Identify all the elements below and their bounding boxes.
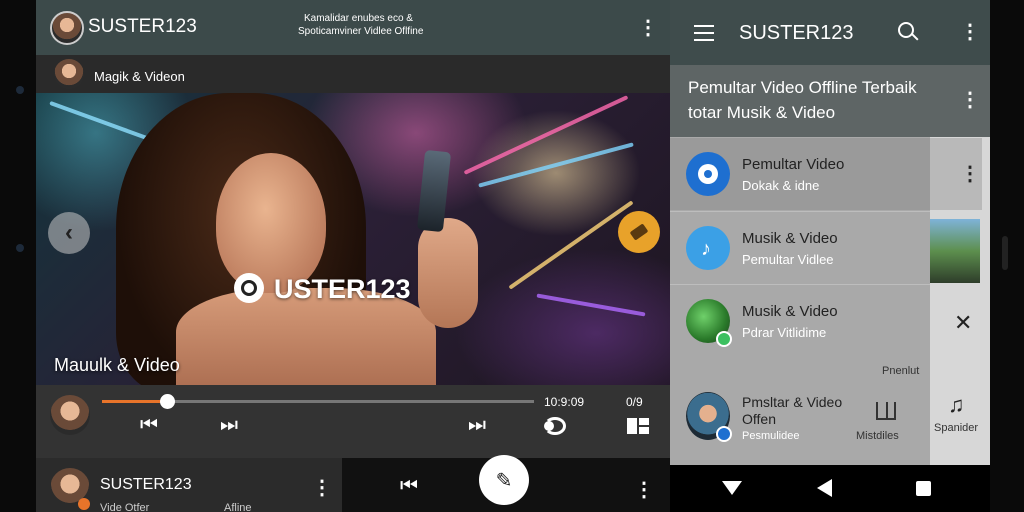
mini-overflow-icon[interactable]: ⋮ — [312, 478, 332, 498]
person-arm — [418, 218, 478, 328]
drawer-small-label: Pnenlut — [882, 365, 920, 377]
drawer-item-2-title: Musik & Video — [742, 230, 838, 247]
drawer-item-1[interactable]: Pemultar Video Dokak & idne — [670, 138, 930, 210]
drawer-item-4-badge-icon — [716, 426, 732, 442]
seek-progress — [102, 400, 167, 403]
channel-small-avatar[interactable] — [54, 59, 84, 89]
app-title: SUSTER123 — [88, 16, 197, 37]
drawer-item-1-title: Pemultar Video — [742, 156, 845, 173]
music-note-icon[interactable]: ♫ — [948, 392, 965, 418]
nav-down-icon[interactable] — [722, 481, 742, 495]
nav-overflow-icon[interactable]: ⋮ — [634, 480, 654, 500]
nav-back-icon[interactable] — [817, 479, 832, 497]
drawer-item-3-subtitle: Pdrar Vitlidime — [742, 325, 827, 340]
search-icon[interactable] — [898, 22, 919, 42]
drawer-heading-band — [670, 65, 930, 137]
close-icon[interactable]: ✕ — [954, 310, 972, 336]
person-face — [216, 153, 326, 293]
drawer-item-1-overflow-icon[interactable]: ⋮ — [960, 164, 980, 184]
volume-icon[interactable] — [544, 417, 566, 435]
light-beam — [463, 95, 629, 175]
drawer-side-label: Mistdiles — [856, 430, 899, 442]
chevron-left-icon: ‹ — [65, 219, 73, 246]
layout-icon[interactable] — [627, 418, 649, 434]
hamburger-icon[interactable] — [694, 25, 714, 41]
logo-search-icon — [234, 273, 264, 303]
mini-title: SUSTER123 — [100, 476, 192, 493]
mini-subtitle-left: Vide Otfer — [100, 502, 150, 512]
light-beam — [536, 293, 646, 317]
drawer-item-4-title-line2: Offen — [742, 411, 776, 427]
bezel-side-button — [1002, 236, 1008, 270]
drawer-item-3-title: Musik & Video — [742, 303, 838, 320]
edit-fab[interactable]: ✎ — [479, 455, 529, 505]
drawer-item-2[interactable]: ♪ Musik & Video Pemultar Vidlee — [670, 211, 930, 284]
seek-thumb[interactable] — [159, 394, 175, 409]
player-avatar[interactable] — [50, 395, 90, 435]
mini-badge-icon — [78, 498, 90, 510]
drawer-item-2-subtitle: Pemultar Vidlee — [742, 252, 834, 267]
channel-avatar[interactable] — [50, 11, 84, 45]
drawer-app-name: SUSTER123 — [739, 22, 854, 44]
book-icon[interactable] — [876, 402, 896, 420]
skip-back-icon[interactable]: ⏮ — [400, 475, 418, 498]
tag-button[interactable] — [618, 211, 660, 253]
drawer-item-3[interactable]: Musik & Video Pdrar Vitlidime — [670, 284, 930, 357]
drawer-item-4-subtitle: Pesmulidee — [742, 430, 800, 442]
playback-time: 10:9:09 — [544, 395, 585, 409]
mini-subtitle-right: Afline — [224, 502, 252, 512]
bezel-sensor-top — [16, 86, 24, 94]
next-track-icon[interactable]: ⏭ — [468, 414, 486, 437]
header-caption-line1: Kamalidar enubes eco & — [304, 13, 413, 24]
header-caption-line2: Spoticamviner Vidlee Oflfine — [298, 26, 424, 37]
playback-time-right: 0/9 — [626, 395, 643, 409]
drawer-heading-line1: Pemultar Video Offline Terbaik — [688, 78, 917, 97]
video-frame[interactable] — [36, 93, 670, 385]
drawer-item-1-subtitle: Dokak & idne — [742, 178, 820, 193]
drawer-heading-line2: totar Musik & Video — [688, 103, 836, 122]
video-watermark: USTER123 — [274, 274, 411, 304]
previous-video-button[interactable]: ‹ — [48, 212, 90, 254]
video-player-icon — [686, 152, 730, 196]
channel-name: Magik & Videon — [94, 69, 185, 84]
light-beam — [478, 142, 634, 188]
overflow-menu-icon[interactable]: ⋮ — [638, 18, 658, 38]
nav-recents-icon[interactable] — [916, 481, 931, 496]
right-label: Spanider — [934, 422, 979, 434]
phone-screen: SUSTER123 Kamalidar enubes eco & Spotica… — [36, 0, 990, 512]
right-overflow-icon-2[interactable]: ⋮ — [960, 90, 980, 110]
right-thumbnail[interactable] — [930, 219, 980, 283]
light-beam — [508, 200, 634, 290]
skip-previous-icon[interactable]: ⏮ — [140, 414, 158, 437]
music-icon: ♪ — [686, 226, 730, 270]
pencil-icon: ✎ — [495, 469, 513, 492]
drawer-item-3-badge-icon — [716, 331, 732, 347]
right-overflow-icon[interactable]: ⋮ — [960, 22, 980, 42]
tag-icon — [629, 223, 649, 241]
video-caption: Mauulk & Video — [54, 355, 180, 375]
drawer-item-4[interactable]: Pmsltar & Video Offen Pesmulidee — [670, 380, 930, 460]
drawer-item-4-title: Pmsltar & Video — [742, 394, 843, 410]
bezel-sensor-bottom — [16, 244, 24, 252]
skip-next-icon[interactable]: ⏭ — [220, 414, 238, 437]
